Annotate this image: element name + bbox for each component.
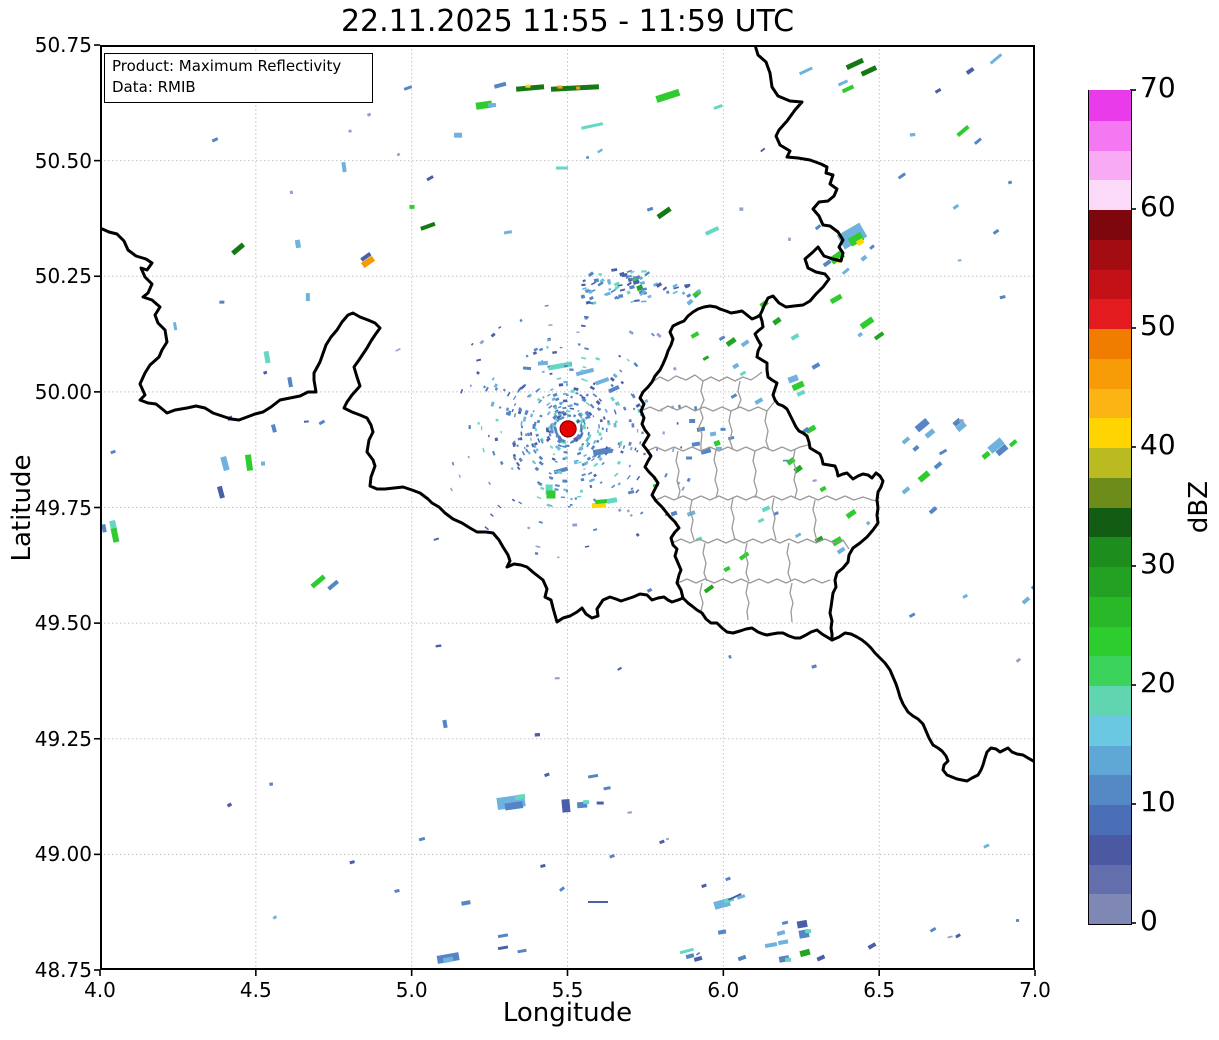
colorbar-tick-label: 60 <box>1140 190 1176 223</box>
colorbar-band <box>1089 804 1131 835</box>
colorbar-band <box>1089 744 1131 776</box>
colorbar-band <box>1089 417 1131 448</box>
colorbar <box>1088 90 1132 925</box>
colorbar-tick-label: 10 <box>1140 785 1176 818</box>
colorbar-band <box>1089 209 1131 240</box>
colorbar-label: dBZ <box>1184 480 1214 534</box>
colorbar-band <box>1089 477 1131 508</box>
data-source-label: Data: RMIB <box>112 78 196 96</box>
colorbar-band <box>1089 239 1131 270</box>
colorbar-band <box>1089 596 1131 627</box>
x-tick-label: 5.0 <box>395 978 428 1002</box>
product-info-box: Product: Maximum Reflectivity Data: RMIB <box>104 53 373 103</box>
colorbar-tick-label: 20 <box>1140 666 1176 699</box>
colorbar-band <box>1089 387 1131 419</box>
colorbar-band <box>1089 566 1131 597</box>
colorbar-tick-label: 0 <box>1140 904 1158 937</box>
x-tick-label: 7.0 <box>1019 978 1051 1002</box>
x-tick-label: 5.5 <box>551 978 584 1002</box>
colorbar-band <box>1089 715 1131 746</box>
colorbar-band <box>1089 774 1131 805</box>
colorbar-tick-label: 50 <box>1140 309 1176 342</box>
y-tick-label: 49.00 <box>34 842 92 867</box>
y-tick-label: 49.75 <box>34 495 92 520</box>
y-tick-label: 50.50 <box>34 148 92 173</box>
x-tick-label: 6.0 <box>707 978 740 1002</box>
product-label: Product: Maximum Reflectivity <box>112 57 342 75</box>
colorbar-band <box>1089 328 1131 359</box>
colorbar-band <box>1089 834 1131 865</box>
colorbar-band <box>1089 179 1131 210</box>
colorbar-band <box>1089 298 1131 329</box>
colorbar-tick-label: 70 <box>1140 71 1176 104</box>
map-canvas <box>94 44 1136 976</box>
x-axis-label: Longitude <box>502 998 633 1028</box>
colorbar-band <box>1089 358 1131 389</box>
y-tick-label: 48.75 <box>34 958 92 982</box>
y-tick-label: 49.25 <box>34 726 92 751</box>
colorbar-band <box>1089 90 1131 121</box>
colorbar-band <box>1089 447 1131 478</box>
x-tick-label: 6.5 <box>863 978 896 1002</box>
gridlines-layer <box>100 45 1035 970</box>
colorbar-band <box>1089 625 1131 657</box>
tick-marks <box>94 44 1136 976</box>
colorbar-band <box>1089 120 1131 151</box>
colorbar-band <box>1089 655 1131 686</box>
colorbar-band <box>1089 149 1131 181</box>
colorbar-band <box>1089 863 1131 895</box>
y-tick-label: 50.75 <box>34 33 92 57</box>
radar-figure: 22.11.2025 11:55 - 11:59 UTC Product: Ma… <box>0 0 1219 1040</box>
colorbar-band <box>1089 536 1131 567</box>
colorbar-band <box>1089 893 1131 924</box>
y-tick-label: 50.25 <box>34 264 92 289</box>
radar-site-marker <box>559 420 577 438</box>
colorbar-band <box>1089 506 1131 538</box>
y-tick-label: 49.50 <box>34 611 92 636</box>
x-tick-label: 4.5 <box>239 978 272 1002</box>
colorbar-band <box>1089 685 1131 716</box>
colorbar-band <box>1089 268 1131 300</box>
y-tick-label: 50.00 <box>34 379 92 404</box>
radar-echoes-layer <box>101 53 1035 964</box>
